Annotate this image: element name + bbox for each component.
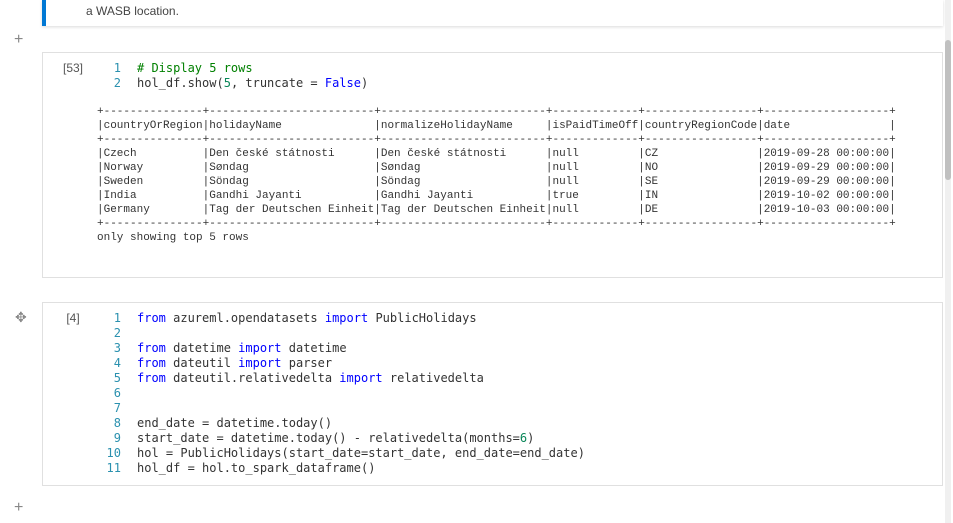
code-editor[interactable]: # Display 5 rows hol_df.show(5, truncate… <box>137 61 368 91</box>
code-cell-1[interactable]: [53] 1 2 # Display 5 rows hol_df.show(5,… <box>42 52 943 278</box>
banner-text: a WASB location. <box>86 4 179 18</box>
scrollbar[interactable] <box>945 0 951 523</box>
code-editor[interactable]: from azureml.opendatasets import PublicH… <box>137 311 585 476</box>
code-cell-2[interactable]: ✥ [4] 1 2 3 4 5 6 7 8 9 10 11 from azure… <box>42 302 943 486</box>
line-numbers: 1 2 <box>97 61 121 91</box>
line-numbers: 1 2 3 4 5 6 7 8 9 10 11 <box>97 311 121 476</box>
info-banner: a WASB location. <box>42 0 943 26</box>
cell-output: +---------------+-----------------------… <box>97 105 934 245</box>
execution-count: [53] <box>43 61 103 75</box>
add-cell-button-top[interactable]: + <box>14 32 23 48</box>
move-handle-icon[interactable]: ✥ <box>15 309 27 326</box>
add-cell-button-bottom[interactable]: + <box>14 500 23 516</box>
execution-count: [4] <box>43 311 103 325</box>
scrollbar-thumb[interactable] <box>945 40 951 180</box>
